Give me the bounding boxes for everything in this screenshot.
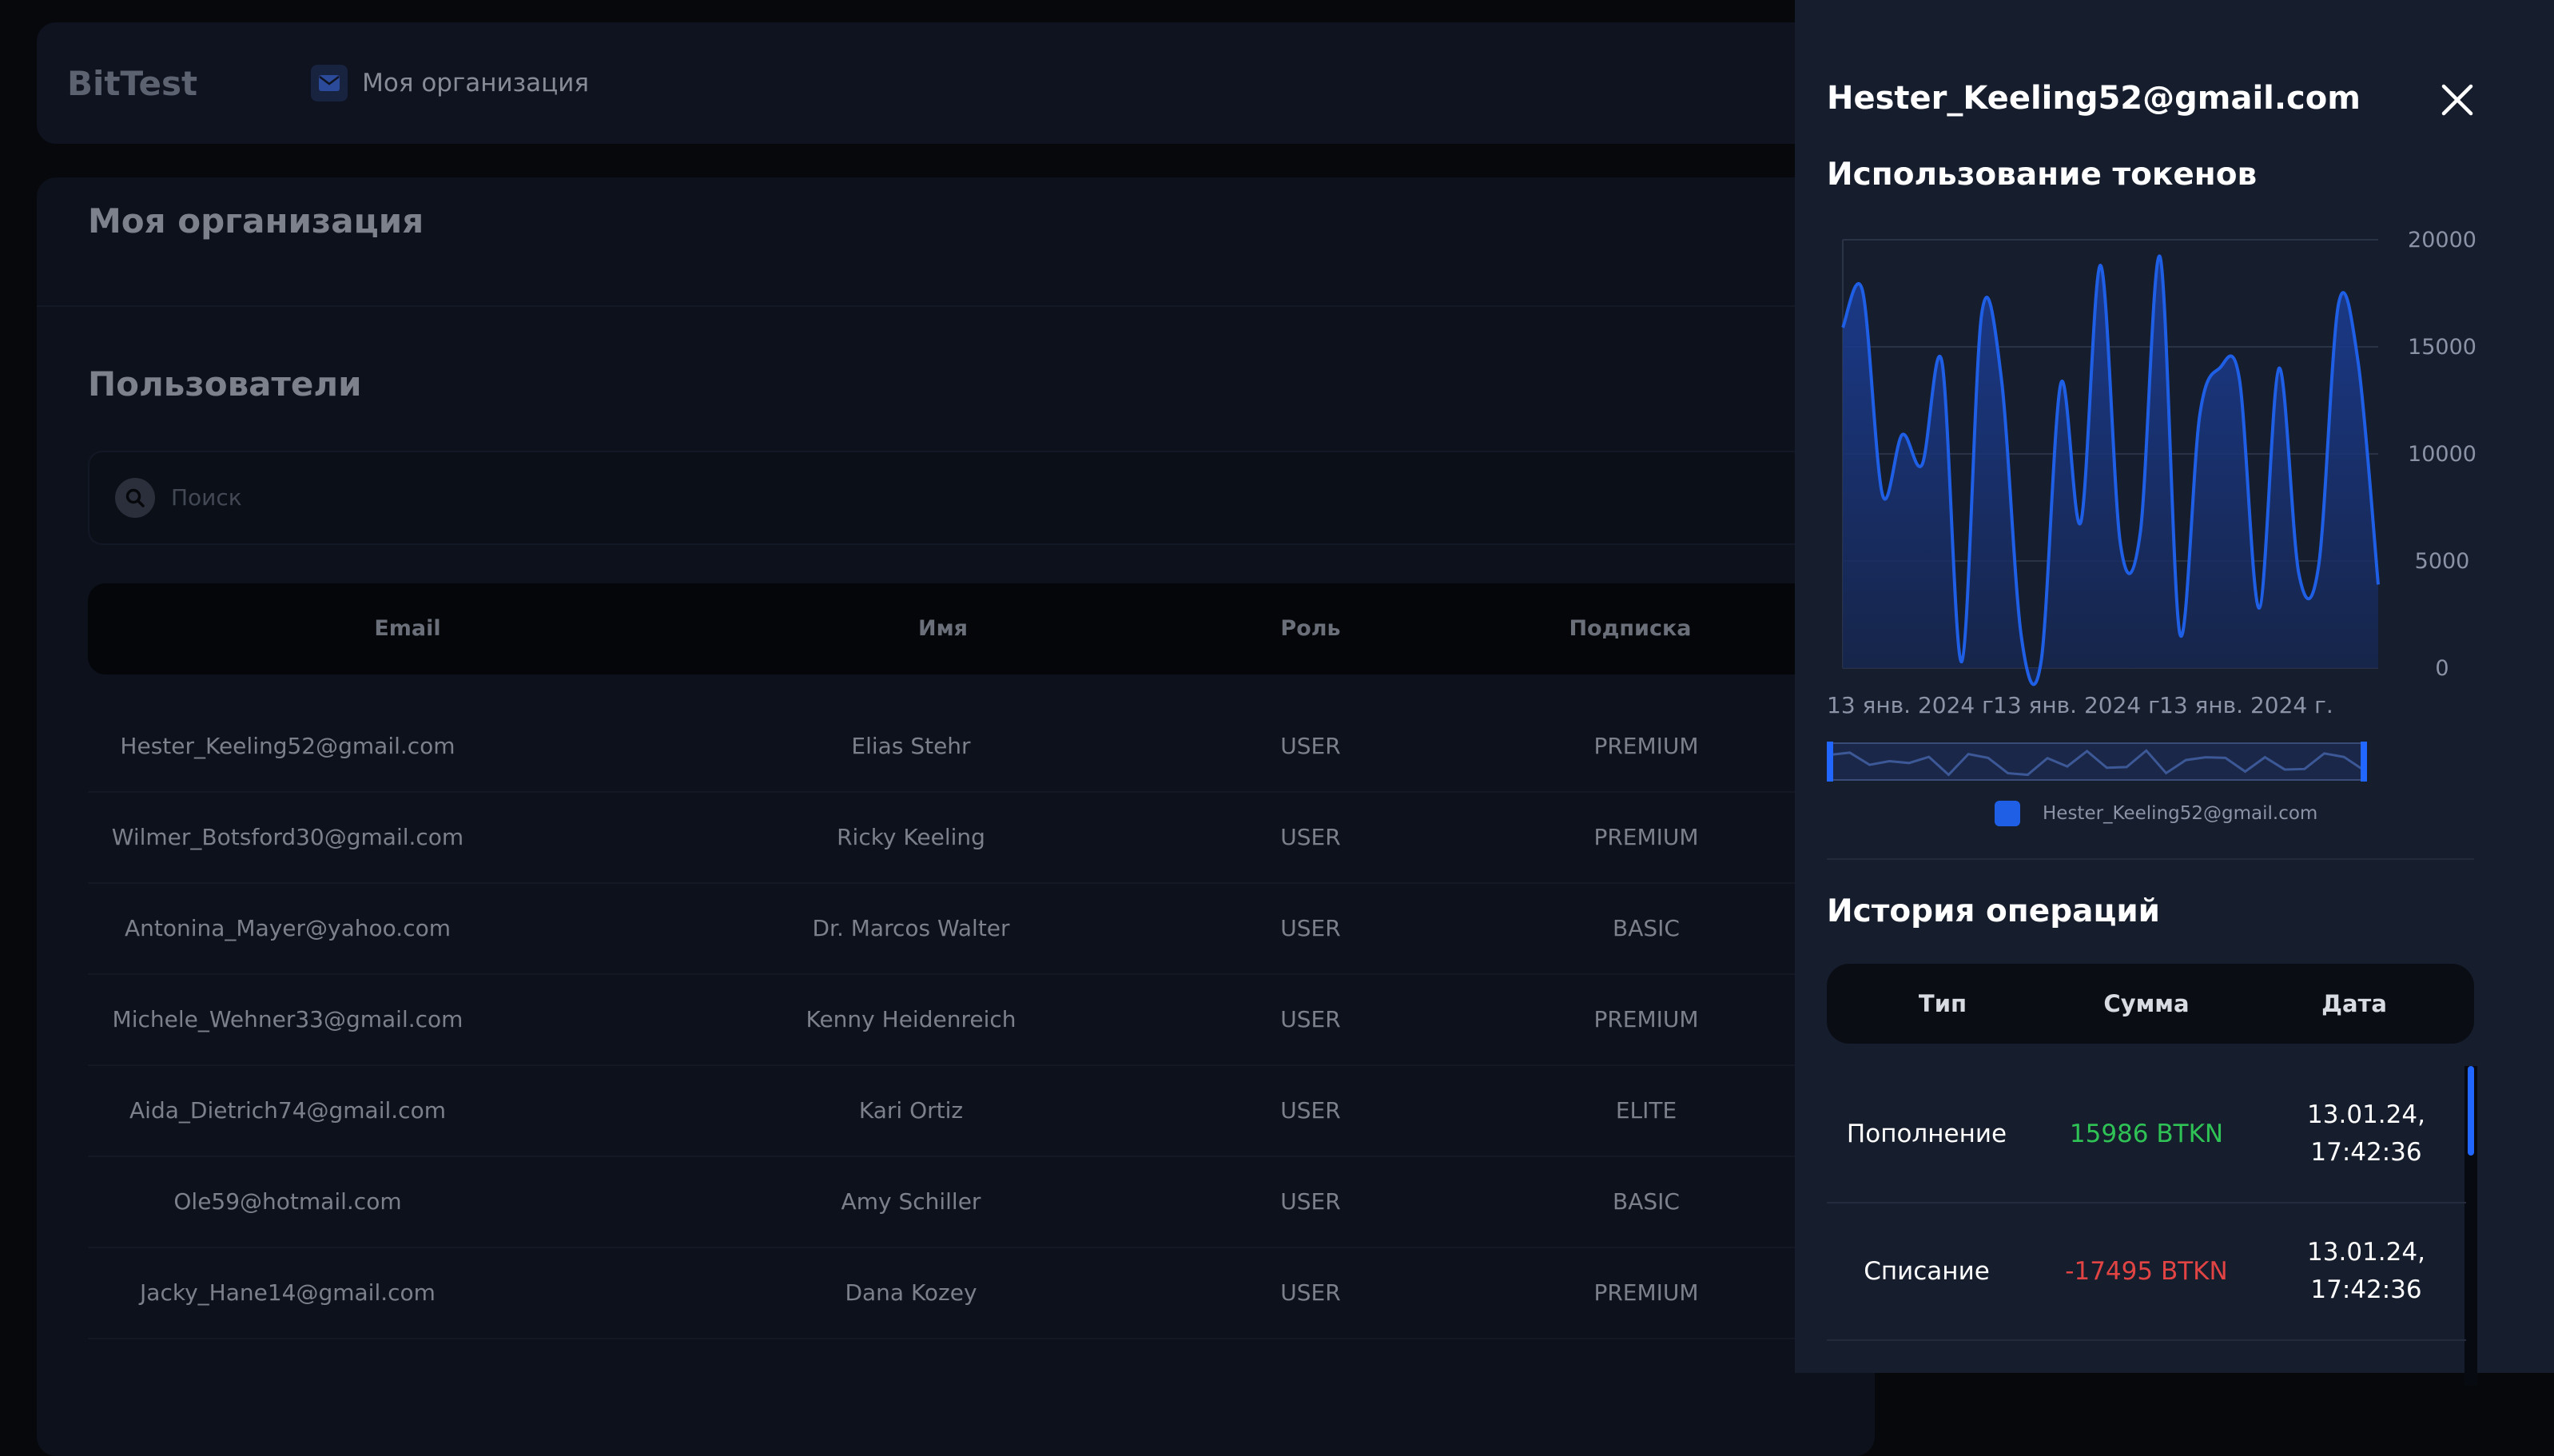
cell-subscription: BASIC: [1526, 884, 1766, 973]
cell-subscription: PREMIUM: [1526, 793, 1766, 882]
search-input[interactable]: [169, 468, 1611, 526]
x-tick-label: 13 янв. 2024 г.: [1827, 692, 2001, 718]
brush-handle-right: [2361, 742, 2367, 782]
top-navbar: BitTest Моя организация: [37, 22, 1875, 144]
cell-name: Dana Kozey: [695, 1248, 1127, 1338]
operations-table-body: Пополнение 15986 BTKN 13.01.24, 17:42:36…: [1827, 1066, 2466, 1341]
users-table-header: Email Имя Роль Подписка: [88, 583, 1878, 674]
table-row[interactable]: Michele_Wehner33@gmail.com Kenny Heidenr…: [88, 975, 1878, 1066]
x-tick-label: 13 янв. 2024 г.: [2159, 692, 2333, 718]
y-tick-label: 0: [2435, 656, 2449, 681]
drawer-title: Hester_Keeling52@gmail.com: [1827, 80, 2361, 117]
column-header-role[interactable]: Роль: [1207, 583, 1414, 674]
cell-subscription: PREMIUM: [1526, 702, 1766, 791]
y-tick-label: 5000: [2415, 549, 2470, 574]
cell-role: USER: [1207, 702, 1414, 791]
cell-email: Aida_Dietrich74@gmail.com: [88, 1066, 487, 1156]
cell-subscription: PREMIUM: [1526, 975, 1766, 1064]
brush-handle-left: [1827, 742, 1833, 782]
org-nav-label: Моя организация: [362, 69, 589, 97]
table-row[interactable]: Списание -17495 BTKN 13.01.24, 17:42:36: [1827, 1203, 2466, 1341]
cell-role: USER: [1207, 975, 1414, 1064]
close-button[interactable]: [2436, 78, 2479, 121]
cell-email: Michele_Wehner33@gmail.com: [88, 975, 487, 1064]
users-table-body: Hester_Keeling52@gmail.com Elias Stehr U…: [88, 702, 1878, 1339]
token-usage-chart-svg: 05000100001500020000 13 янв. 2024 г.13 я…: [1819, 216, 2506, 831]
envelope-icon: [311, 65, 348, 101]
cell-role: USER: [1207, 1066, 1414, 1156]
column-header-date[interactable]: Дата: [2250, 964, 2458, 1044]
cell-date: 13.01.24, 17:42:36: [2266, 1203, 2466, 1339]
table-row[interactable]: Hester_Keeling52@gmail.com Elias Stehr U…: [88, 702, 1878, 793]
operations-scrollbar-thumb[interactable]: [2468, 1066, 2474, 1156]
divider: [1827, 858, 2474, 860]
cell-type: Списание: [1827, 1203, 2027, 1339]
cell-name: Ricky Keeling: [695, 793, 1127, 882]
y-tick-label: 20000: [2408, 228, 2476, 253]
table-row[interactable]: Wilmer_Botsford30@gmail.com Ricky Keelin…: [88, 793, 1878, 884]
app-logo[interactable]: BitTest: [67, 64, 197, 103]
divider: [37, 305, 1875, 307]
main-content-card: Моя организация Пользователи Email Имя Р…: [37, 177, 1875, 1456]
search-box: [88, 451, 1881, 545]
legend-label: Hester_Keeling52@gmail.com: [2043, 803, 2317, 824]
users-section-title: Пользователи: [88, 364, 362, 404]
org-nav-item[interactable]: Моя организация: [311, 65, 589, 101]
cell-type: Пополнение: [1827, 1066, 2027, 1202]
cell-name: Dr. Marcos Walter: [695, 884, 1127, 973]
operations-history-title: История операций: [1827, 893, 2160, 929]
cell-subscription: ELITE: [1526, 1066, 1766, 1156]
cell-name: Kari Ortiz: [695, 1066, 1127, 1156]
cell-amount: 15986 BTKN: [2035, 1066, 2258, 1202]
cell-role: USER: [1207, 793, 1414, 882]
cell-email: Hester_Keeling52@gmail.com: [88, 702, 487, 791]
y-tick-label: 15000: [2408, 335, 2476, 360]
series-area: [1843, 256, 2378, 684]
table-row[interactable]: Пополнение 15986 BTKN 13.01.24, 17:42:36: [1827, 1066, 2466, 1203]
column-header-type[interactable]: Тип: [1843, 964, 2043, 1044]
cell-email: Antonina_Mayer@yahoo.com: [88, 884, 487, 973]
table-row[interactable]: Ole59@hotmail.com Amy Schiller USER BASI…: [88, 1157, 1878, 1248]
operations-table-header: Тип Сумма Дата: [1827, 964, 2474, 1044]
cell-email: Ole59@hotmail.com: [88, 1157, 487, 1247]
y-tick-label: 10000: [2408, 442, 2476, 467]
cell-subscription: PREMIUM: [1526, 1248, 1766, 1338]
table-row[interactable]: Jacky_Hane14@gmail.com Dana Kozey USER P…: [88, 1248, 1878, 1339]
cell-amount: -17495 BTKN: [2035, 1203, 2258, 1339]
token-usage-chart: 05000100001500020000 13 янв. 2024 г.13 я…: [1819, 216, 2506, 831]
cell-email: Jacky_Hane14@gmail.com: [88, 1248, 487, 1338]
table-row[interactable]: Aida_Dietrich74@gmail.com Kari Ortiz USE…: [88, 1066, 1878, 1157]
search-icon: [115, 478, 155, 518]
column-header-email[interactable]: Email: [208, 583, 607, 674]
cell-name: Amy Schiller: [695, 1157, 1127, 1247]
token-usage-title: Использование токенов: [1827, 157, 2257, 193]
cell-name: Kenny Heidenreich: [695, 975, 1127, 1064]
cell-date: 13.01.24, 17:42:36: [2266, 1066, 2466, 1202]
cell-subscription: BASIC: [1526, 1157, 1766, 1247]
chart-legend[interactable]: Hester_Keeling52@gmail.com: [1995, 801, 2317, 826]
legend-swatch: [1995, 801, 2020, 826]
column-header-amount[interactable]: Сумма: [2043, 964, 2250, 1044]
user-details-drawer: Hester_Keeling52@gmail.com Использование…: [1795, 0, 2554, 1373]
cell-role: USER: [1207, 1248, 1414, 1338]
brush-background: [1828, 743, 2365, 780]
column-header-subscription[interactable]: Подписка: [1510, 583, 1750, 674]
page-title: Моя организация: [88, 201, 424, 241]
cell-email: Wilmer_Botsford30@gmail.com: [88, 793, 487, 882]
close-icon: [2436, 78, 2479, 121]
column-header-name[interactable]: Имя: [727, 583, 1159, 674]
cell-role: USER: [1207, 884, 1414, 973]
x-tick-label: 13 янв. 2024 г.: [1993, 692, 2167, 718]
cell-role: USER: [1207, 1157, 1414, 1247]
table-row[interactable]: Antonina_Mayer@yahoo.com Dr. Marcos Walt…: [88, 884, 1878, 975]
cell-name: Elias Stehr: [695, 702, 1127, 791]
